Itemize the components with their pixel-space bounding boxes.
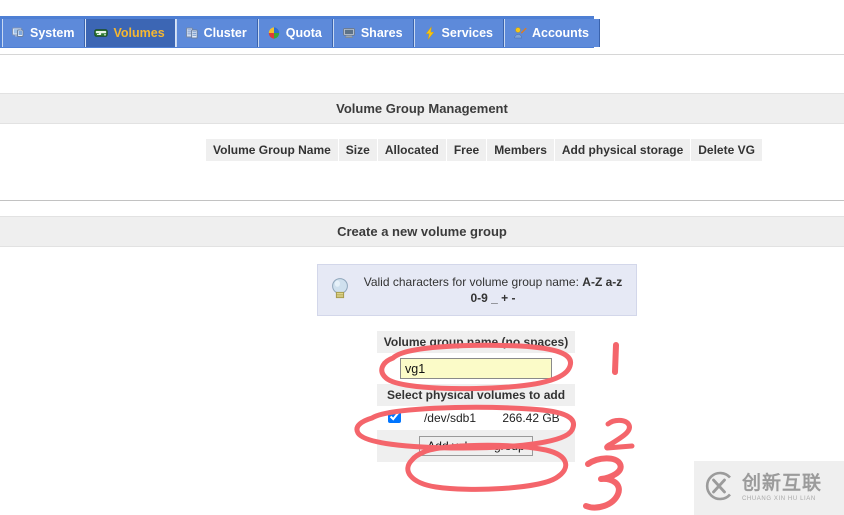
page-root: System Volumes Cluster Quota Shares Serv… <box>0 0 844 515</box>
tabbar-rule <box>0 54 844 55</box>
watermark: 创新互联 CHUANG XIN HU LIAN <box>694 461 844 515</box>
watermark-chinese: 创新互联 <box>742 472 823 494</box>
column-header-add-physical-storage: Add physical storage <box>554 139 691 161</box>
tabbar-underline <box>0 48 844 49</box>
create-vg-form: Volume group name (no spaces) Select phy… <box>377 331 575 462</box>
vg-management-title-text: Volume Group Management <box>336 101 508 116</box>
tab-services[interactable]: Services <box>413 19 504 47</box>
annotation-number-3 <box>583 455 624 511</box>
column-header-vg-name: Volume Group Name <box>206 139 338 161</box>
tab-quota[interactable]: Quota <box>257 19 333 47</box>
pv-select-label: Select physical volumes to add <box>377 384 575 406</box>
create-vg-title: Create a new volume group <box>0 216 844 247</box>
cx-logo-icon <box>702 469 736 508</box>
hint-line1-prefix: Valid characters for volume group name: <box>363 274 583 289</box>
table-header-row: Volume Group Name Size Allocated Free Me… <box>206 139 762 161</box>
column-header-free: Free <box>446 139 487 161</box>
tab-label: System <box>30 25 75 40</box>
hint-line2-bold: 0-9 _ + - <box>470 291 516 305</box>
tab-label: Accounts <box>531 25 589 40</box>
add-volume-group-button[interactable]: Add volume group <box>419 436 533 456</box>
pv-device-name: /dev/sdb1 <box>423 411 477 425</box>
lightning-icon <box>423 26 437 40</box>
annotation-number-1 <box>612 342 619 375</box>
column-header-members: Members <box>487 139 554 161</box>
tab-accounts[interactable]: Accounts <box>503 19 600 47</box>
vg-management-title: Volume Group Management <box>0 93 844 124</box>
shares-icon <box>342 26 356 40</box>
drive-icon <box>94 26 109 40</box>
vg-name-label-text: Volume group name (no spaces) <box>383 335 569 349</box>
vg-name-label: Volume group name (no spaces) <box>377 331 575 353</box>
tab-label: Services <box>441 25 493 40</box>
pv-select-label-text: Select physical volumes to add <box>386 388 566 402</box>
annotation-number-2 <box>604 417 635 451</box>
vg-name-input[interactable] <box>400 358 552 379</box>
quota-icon <box>267 26 281 40</box>
hint-text: Valid characters for volume group name: … <box>360 274 626 306</box>
submit-row: Add volume group <box>377 430 575 462</box>
main-navigation-tabs: System Volumes Cluster Quota Shares Serv… <box>0 16 600 48</box>
valid-characters-hint: Valid characters for volume group name: … <box>317 264 637 316</box>
vg-management-table: Volume Group Name Size Allocated Free Me… <box>205 138 763 162</box>
tab-cluster[interactable]: Cluster <box>175 19 258 47</box>
accounts-icon <box>513 26 527 40</box>
tab-system[interactable]: System <box>2 19 86 47</box>
watermark-text: 创新互联 CHUANG XIN HU LIAN <box>742 472 823 503</box>
tab-label: Shares <box>360 25 403 40</box>
column-header-size: Size <box>338 139 377 161</box>
tab-label: Quota <box>285 25 322 40</box>
section-divider <box>0 200 844 201</box>
tab-label: Cluster <box>203 25 247 40</box>
tab-shares[interactable]: Shares <box>332 19 414 47</box>
column-header-allocated: Allocated <box>377 139 446 161</box>
cluster-icon <box>185 26 199 40</box>
tab-label: Volumes <box>113 25 165 40</box>
column-header-delete-vg: Delete VG <box>691 139 762 161</box>
lightbulb-icon <box>328 276 352 304</box>
monitor-icon <box>11 26 25 40</box>
create-vg-title-text: Create a new volume group <box>337 224 507 239</box>
vg-name-input-row <box>377 353 575 384</box>
watermark-pinyin: CHUANG XIN HU LIAN <box>742 496 816 502</box>
pv-table-row: /dev/sdb1 266.42 GB <box>377 406 575 430</box>
tab-volumes[interactable]: Volumes <box>85 19 176 47</box>
hint-line1-bold: A-Z a-z <box>582 274 623 289</box>
pv-device-size: 266.42 GB <box>502 411 560 425</box>
pv-checkbox-sdb1[interactable] <box>387 410 401 423</box>
pv-checkbox-cell <box>379 410 409 426</box>
